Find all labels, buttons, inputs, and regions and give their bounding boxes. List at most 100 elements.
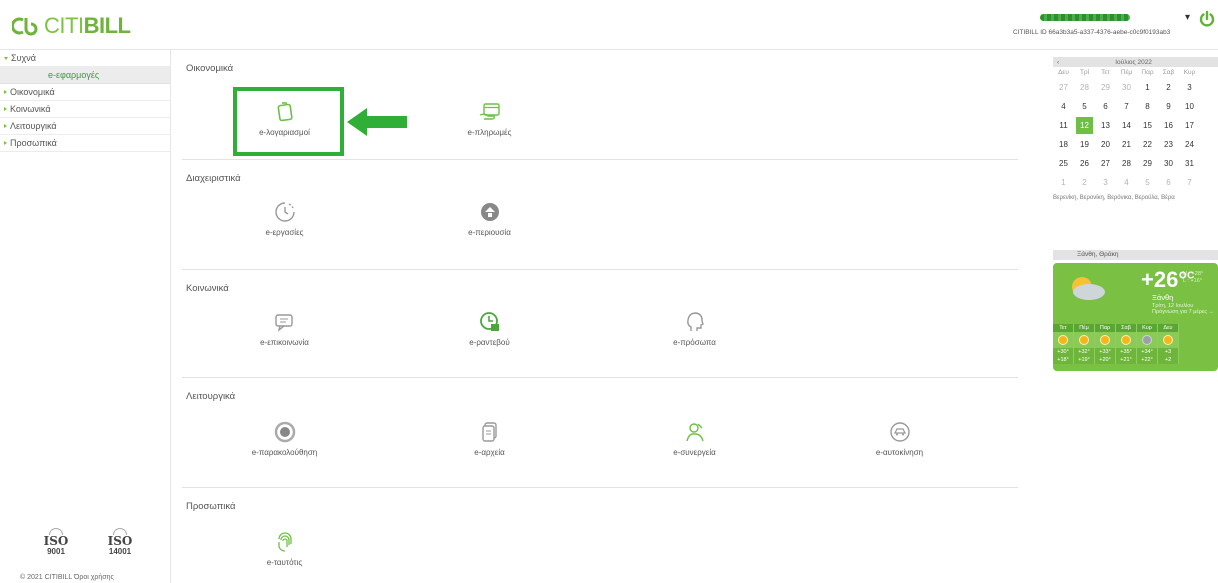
calendar-day[interactable]: 11 bbox=[1053, 116, 1074, 135]
calendar-day[interactable]: 1 bbox=[1137, 78, 1158, 97]
top-header: CITIBILL CITIBILL ID 66a3b3a5-a337-4376-… bbox=[0, 0, 1218, 50]
iso-9001-badge: ISO 9001 bbox=[40, 528, 72, 557]
calendar-day[interactable]: 14 bbox=[1116, 116, 1137, 135]
calendar-day[interactable]: 5 bbox=[1137, 173, 1158, 192]
calendar-day[interactable]: 10 bbox=[1179, 97, 1200, 116]
weather-widget: +26°C H : +28° L : +16° Ξάνθη Τρίτη, 12 Ι… bbox=[1053, 263, 1218, 371]
forecast-day: Πέμ +32° +19° bbox=[1074, 324, 1095, 364]
calendar-day[interactable]: 27 bbox=[1053, 78, 1074, 97]
sun-icon bbox=[1079, 335, 1089, 345]
expand-arrow-icon bbox=[4, 124, 7, 128]
sidebar-item-functional[interactable]: Λειτουργικά bbox=[0, 118, 170, 135]
calendar-day[interactable]: 1 bbox=[1053, 173, 1074, 192]
calendar-dow-row: Δευ Τρί Τετ Πέμ Παρ Σαβ Κυρ bbox=[1053, 67, 1218, 78]
section-personal: Προσωπικά e-ταυτότις bbox=[182, 488, 1018, 583]
power-icon[interactable] bbox=[1198, 10, 1216, 28]
app-e-persons[interactable]: e-πρόσωπα bbox=[592, 310, 797, 347]
weather-hi-lo: H : +28° L : +16° bbox=[1183, 271, 1204, 284]
calendar-day[interactable]: 7 bbox=[1116, 97, 1137, 116]
calendar-day[interactable]: 17 bbox=[1179, 116, 1200, 135]
app-e-property[interactable]: e-περιουσία bbox=[387, 200, 592, 237]
calendar-day[interactable]: 23 bbox=[1158, 135, 1179, 154]
sidebar-item-financial[interactable]: Οικονομικά bbox=[0, 84, 170, 101]
app-e-workshops[interactable]: e-συνεργεία bbox=[592, 420, 797, 457]
calendar-day-today[interactable]: 12 bbox=[1074, 116, 1095, 135]
calendar-day[interactable]: 19 bbox=[1074, 135, 1095, 154]
app-e-appointments[interactable]: e-ραντεβού bbox=[387, 310, 592, 347]
namedays-text: Βερενίκη, Βερονίκη, Βερόνικα, Βεροϋλα, Β… bbox=[1053, 195, 1175, 201]
section-title: Προσωπικά bbox=[186, 501, 236, 512]
app-e-monitoring[interactable]: e-παρακολούθηση bbox=[182, 420, 387, 457]
calendar-day[interactable]: 13 bbox=[1095, 116, 1116, 135]
footer: © 2021 CITIBILL Όροι χρήσης bbox=[20, 574, 114, 581]
calendar-day[interactable]: 3 bbox=[1179, 78, 1200, 97]
sidebar-item-social[interactable]: Κοινωνικά bbox=[0, 101, 170, 118]
calendar-dow: Τρί bbox=[1079, 69, 1090, 76]
calendar-day[interactable]: 5 bbox=[1074, 97, 1095, 116]
calendar-day[interactable]: 4 bbox=[1053, 97, 1074, 116]
calendar-day[interactable]: 30 bbox=[1116, 78, 1137, 97]
calendar-day[interactable]: 26 bbox=[1074, 154, 1095, 173]
calendar-day[interactable]: 15 bbox=[1137, 116, 1158, 135]
sidebar-item-frequent[interactable]: Συχνά bbox=[0, 50, 170, 67]
logo-mark-icon bbox=[12, 17, 38, 36]
sun-icon bbox=[1163, 335, 1173, 345]
weather-forecast-days: Τετ +30° +18° Πέμ +32° +19° Παρ +33° +20° Σαβ +35°… bbox=[1053, 324, 1179, 364]
calendar-day[interactable]: 9 bbox=[1158, 97, 1179, 116]
app-e-tasks[interactable]: e-εργασίες bbox=[182, 200, 387, 237]
calendar-day[interactable]: 24 bbox=[1179, 135, 1200, 154]
person-head-icon bbox=[686, 312, 704, 331]
sidebar-item-personal[interactable]: Προσωπικά bbox=[0, 135, 170, 152]
weather-forecast-link[interactable]: Πρόγνωση για 7 μέρες → bbox=[1152, 309, 1214, 315]
calendar-day[interactable]: 16 bbox=[1158, 116, 1179, 135]
sun-icon bbox=[1058, 335, 1068, 345]
user-email-redacted bbox=[1040, 14, 1130, 21]
calendar-day[interactable]: 29 bbox=[1095, 78, 1116, 97]
appointment-icon bbox=[479, 312, 499, 331]
calendar-day[interactable]: 6 bbox=[1158, 173, 1179, 192]
calendar-day[interactable]: 2 bbox=[1074, 173, 1095, 192]
calendar-dow: Πέμ bbox=[1120, 69, 1133, 76]
calendar-days: 27 28 29 30 1 2 3 4 5 6 7 8 9 10 11 12 13 14 15 16 17 18 19 20 2… bbox=[1053, 78, 1218, 192]
brand-name: CITIBILL bbox=[44, 13, 131, 38]
calendar-day[interactable]: 4 bbox=[1116, 173, 1137, 192]
calendar-day[interactable]: 30 bbox=[1158, 154, 1179, 173]
expand-arrow-icon bbox=[4, 90, 7, 94]
rain-cloud-icon bbox=[1142, 335, 1152, 345]
sidebar-subitem-e-apps[interactable]: e-εφαρμογές bbox=[0, 67, 170, 84]
section-functional: Λειτουργικά e-παρακολούθηση e-αρχεία e-σ… bbox=[182, 378, 1018, 488]
app-e-communication[interactable]: e-επικοινωνία bbox=[182, 310, 387, 347]
terms-link[interactable]: Όροι χρήσης bbox=[74, 574, 114, 581]
calendar-day[interactable]: 2 bbox=[1158, 78, 1179, 97]
calendar-day[interactable]: 21 bbox=[1116, 135, 1137, 154]
citibill-logo[interactable]: CITIBILL bbox=[12, 13, 131, 39]
iso-certifications: ISO 9001 ISO 14001 bbox=[40, 528, 136, 557]
calendar-day[interactable]: 29 bbox=[1137, 154, 1158, 173]
app-e-files[interactable]: e-αρχεία bbox=[387, 420, 592, 457]
forecast-day: Παρ +33° +20° bbox=[1095, 324, 1116, 364]
calendar-day[interactable]: 27 bbox=[1095, 154, 1116, 173]
fingerprint-icon bbox=[277, 532, 292, 552]
calendar-day[interactable]: 7 bbox=[1179, 173, 1200, 192]
calendar-prev-button[interactable]: ‹ bbox=[1057, 59, 1059, 66]
calendar-day[interactable]: 28 bbox=[1116, 154, 1137, 173]
calendar-day[interactable]: 31 bbox=[1179, 154, 1200, 173]
expand-arrow-icon bbox=[4, 56, 8, 60]
sun-icon bbox=[1121, 335, 1131, 345]
app-e-payments[interactable]: e-πληρωμές bbox=[387, 100, 592, 137]
calendar-day[interactable]: 22 bbox=[1137, 135, 1158, 154]
calendar-day[interactable]: 8 bbox=[1137, 97, 1158, 116]
calendar-day[interactable]: 18 bbox=[1053, 135, 1074, 154]
calendar-day[interactable]: 3 bbox=[1095, 173, 1116, 192]
calendar-day[interactable]: 20 bbox=[1095, 135, 1116, 154]
calendar-day[interactable]: 28 bbox=[1074, 78, 1095, 97]
weather-location-select[interactable]: Ξάνθη, Θράκη bbox=[1053, 250, 1218, 260]
app-e-automotive[interactable]: e-αυτοκίνηση bbox=[797, 420, 1002, 457]
app-e-identity[interactable]: e-ταυτότις bbox=[182, 530, 387, 567]
user-id: CITIBILL ID 66a3b3a5-a337-4376-aebe-c0c9… bbox=[1013, 29, 1171, 36]
clock-icon bbox=[274, 202, 295, 222]
section-title: Κοινωνικά bbox=[186, 283, 229, 294]
user-menu-caret[interactable]: ▾ bbox=[1185, 12, 1190, 23]
calendar-day[interactable]: 25 bbox=[1053, 154, 1074, 173]
calendar-day[interactable]: 6 bbox=[1095, 97, 1116, 116]
